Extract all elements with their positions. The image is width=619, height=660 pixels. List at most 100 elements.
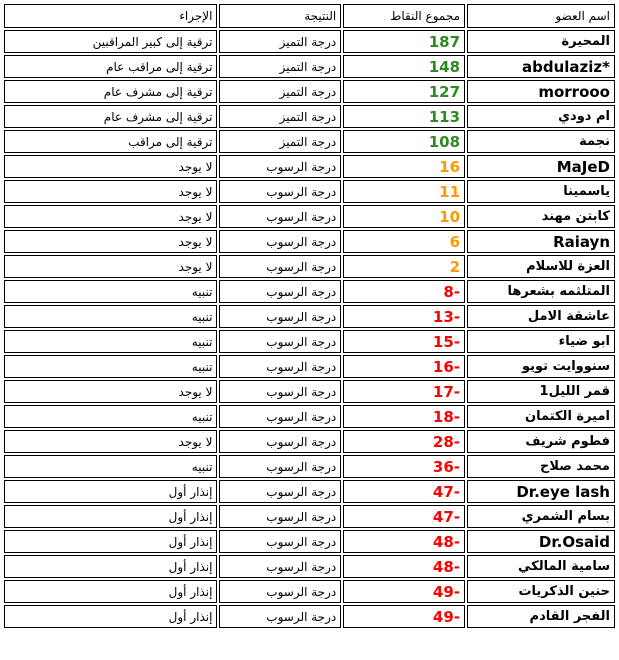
action-cell: ترقية إلى مشرف عام (4, 80, 218, 103)
table-row: المتلثمه بشعرها -8 درجة الرسوب تنبيه (4, 280, 615, 303)
result-cell: درجة الرسوب (219, 205, 342, 228)
header-row: اسم العضو مجموع النقاط النتيجة الإجراء (4, 4, 615, 28)
result-cell: درجة الرسوب (219, 155, 342, 178)
table-row: قمر الليل1 -17 درجة الرسوب لا يوجد (4, 380, 615, 403)
result-cell: درجة الرسوب (219, 505, 342, 528)
points-cell: 113 (343, 105, 466, 128)
action-cell: لا يوجد (4, 255, 218, 278)
member-name-cell: سامية المالكي (467, 555, 615, 578)
table-row: العزة للاسلام 2 درجة الرسوب لا يوجد (4, 255, 615, 278)
table-row: ابو ضياء -15 درجة الرسوب تنبيه (4, 330, 615, 353)
points-cell: 108 (343, 130, 466, 153)
points-cell: -49 (343, 605, 466, 628)
table-row: Raiayn 6 درجة الرسوب لا يوجد (4, 230, 615, 253)
action-cell: ترقية إلى مشرف عام (4, 105, 218, 128)
member-name-cell: Raiayn (467, 230, 615, 253)
member-name-cell: اميرة الكتمان (467, 405, 615, 428)
action-cell: لا يوجد (4, 205, 218, 228)
table-row: سامية المالكي -48 درجة الرسوب إنذار أول (4, 555, 615, 578)
points-cell: -48 (343, 555, 466, 578)
result-cell: درجة الرسوب (219, 605, 342, 628)
points-cell: -47 (343, 480, 466, 503)
table-row: *abdulaziz 148 درجة التميز ترقية إلى مراقب … (4, 55, 615, 78)
member-name-cell: morrooo (467, 80, 615, 103)
header-result: النتيجة (219, 4, 342, 28)
result-cell: درجة التميز (219, 55, 342, 78)
members-score-table: اسم العضو مجموع النقاط النتيجة الإجراء ا… (2, 2, 617, 630)
result-cell: درجة الرسوب (219, 580, 342, 603)
result-cell: درجة الرسوب (219, 380, 342, 403)
member-name-cell: العزة للاسلام (467, 255, 615, 278)
action-cell: ترقية إلى مراقب (4, 130, 218, 153)
table-row: كابتن مهند 10 درجة الرسوب لا يوجد (4, 205, 615, 228)
member-name-cell: قمر الليل1 (467, 380, 615, 403)
points-cell: 10 (343, 205, 466, 228)
header-action: الإجراء (4, 4, 218, 28)
result-cell: درجة الرسوب (219, 355, 342, 378)
result-cell: درجة الرسوب (219, 480, 342, 503)
action-cell: إنذار أول (4, 605, 218, 628)
action-cell: لا يوجد (4, 230, 218, 253)
result-cell: درجة الرسوب (219, 255, 342, 278)
points-cell: 187 (343, 30, 466, 53)
table-row: فطوم شريف -28 درجة الرسوب لا يوجد (4, 430, 615, 453)
points-cell: -13 (343, 305, 466, 328)
action-cell: لا يوجد (4, 155, 218, 178)
member-name-cell: محمد صلاح (467, 455, 615, 478)
result-cell: درجة الرسوب (219, 555, 342, 578)
result-cell: درجة الرسوب (219, 280, 342, 303)
member-name-cell: Dr.Osaid (467, 530, 615, 553)
action-cell: تنبيه (4, 355, 218, 378)
table-row: ام دودي 113 درجة التميز ترقية إلى مشرف عام (4, 105, 615, 128)
action-cell: تنبيه (4, 305, 218, 328)
member-name-cell: *abdulaziz (467, 55, 615, 78)
result-cell: درجة التميز (219, 30, 342, 53)
action-cell: إنذار أول (4, 505, 218, 528)
member-name-cell: المحيرة (467, 30, 615, 53)
result-cell: درجة الرسوب (219, 305, 342, 328)
header-points: مجموع النقاط (343, 4, 466, 28)
points-cell: -8 (343, 280, 466, 303)
member-name-cell: المتلثمه بشعرها (467, 280, 615, 303)
points-cell: -17 (343, 380, 466, 403)
table-row: نجمة 108 درجة التميز ترقية إلى مراقب (4, 130, 615, 153)
member-name-cell: ام دودي (467, 105, 615, 128)
points-cell: 16 (343, 155, 466, 178)
action-cell: لا يوجد (4, 180, 218, 203)
result-cell: درجة الرسوب (219, 530, 342, 553)
result-cell: درجة التميز (219, 80, 342, 103)
points-cell: 11 (343, 180, 466, 203)
action-cell: ترقية إلى مراقب عام (4, 55, 218, 78)
action-cell: لا يوجد (4, 430, 218, 453)
action-cell: إنذار أول (4, 480, 218, 503)
table-row: حنين الذكريات -49 درجة الرسوب إنذار أول (4, 580, 615, 603)
action-cell: إنذار أول (4, 530, 218, 553)
table-row: بسام الشمري -47 درجة الرسوب إنذار أول (4, 505, 615, 528)
action-cell: إنذار أول (4, 580, 218, 603)
member-name-cell: ابو ضياء (467, 330, 615, 353)
table-row: morrooo 127 درجة التميز ترقية إلى مشرف عام (4, 80, 615, 103)
result-cell: درجة الرسوب (219, 455, 342, 478)
result-cell: درجة الرسوب (219, 230, 342, 253)
action-cell: تنبيه (4, 455, 218, 478)
table-row: عاشقة الامل -13 درجة الرسوب تنبيه (4, 305, 615, 328)
table-row: المحيرة 187 درجة التميز ترقية إلى كبير المر… (4, 30, 615, 53)
action-cell: ترقية إلى كبير المراقبين (4, 30, 218, 53)
points-cell: -15 (343, 330, 466, 353)
result-cell: درجة التميز (219, 105, 342, 128)
table-body: المحيرة 187 درجة التميز ترقية إلى كبير المر… (4, 30, 615, 628)
result-cell: درجة الرسوب (219, 330, 342, 353)
table-row: محمد صلاح -36 درجة الرسوب تنبيه (4, 455, 615, 478)
points-cell: 6 (343, 230, 466, 253)
member-name-cell: سنووايت تويو (467, 355, 615, 378)
action-cell: تنبيه (4, 330, 218, 353)
points-cell: 127 (343, 80, 466, 103)
result-cell: درجة الرسوب (219, 180, 342, 203)
action-cell: لا يوجد (4, 380, 218, 403)
member-name-cell: الفجر القادم (467, 605, 615, 628)
table-row: سنووايت تويو -16 درجة الرسوب تنبيه (4, 355, 615, 378)
action-cell: تنبيه (4, 280, 218, 303)
member-name-cell: كابتن مهند (467, 205, 615, 228)
member-name-cell: MaJeD (467, 155, 615, 178)
table-row: اميرة الكتمان -18 درجة الرسوب تنبيه (4, 405, 615, 428)
